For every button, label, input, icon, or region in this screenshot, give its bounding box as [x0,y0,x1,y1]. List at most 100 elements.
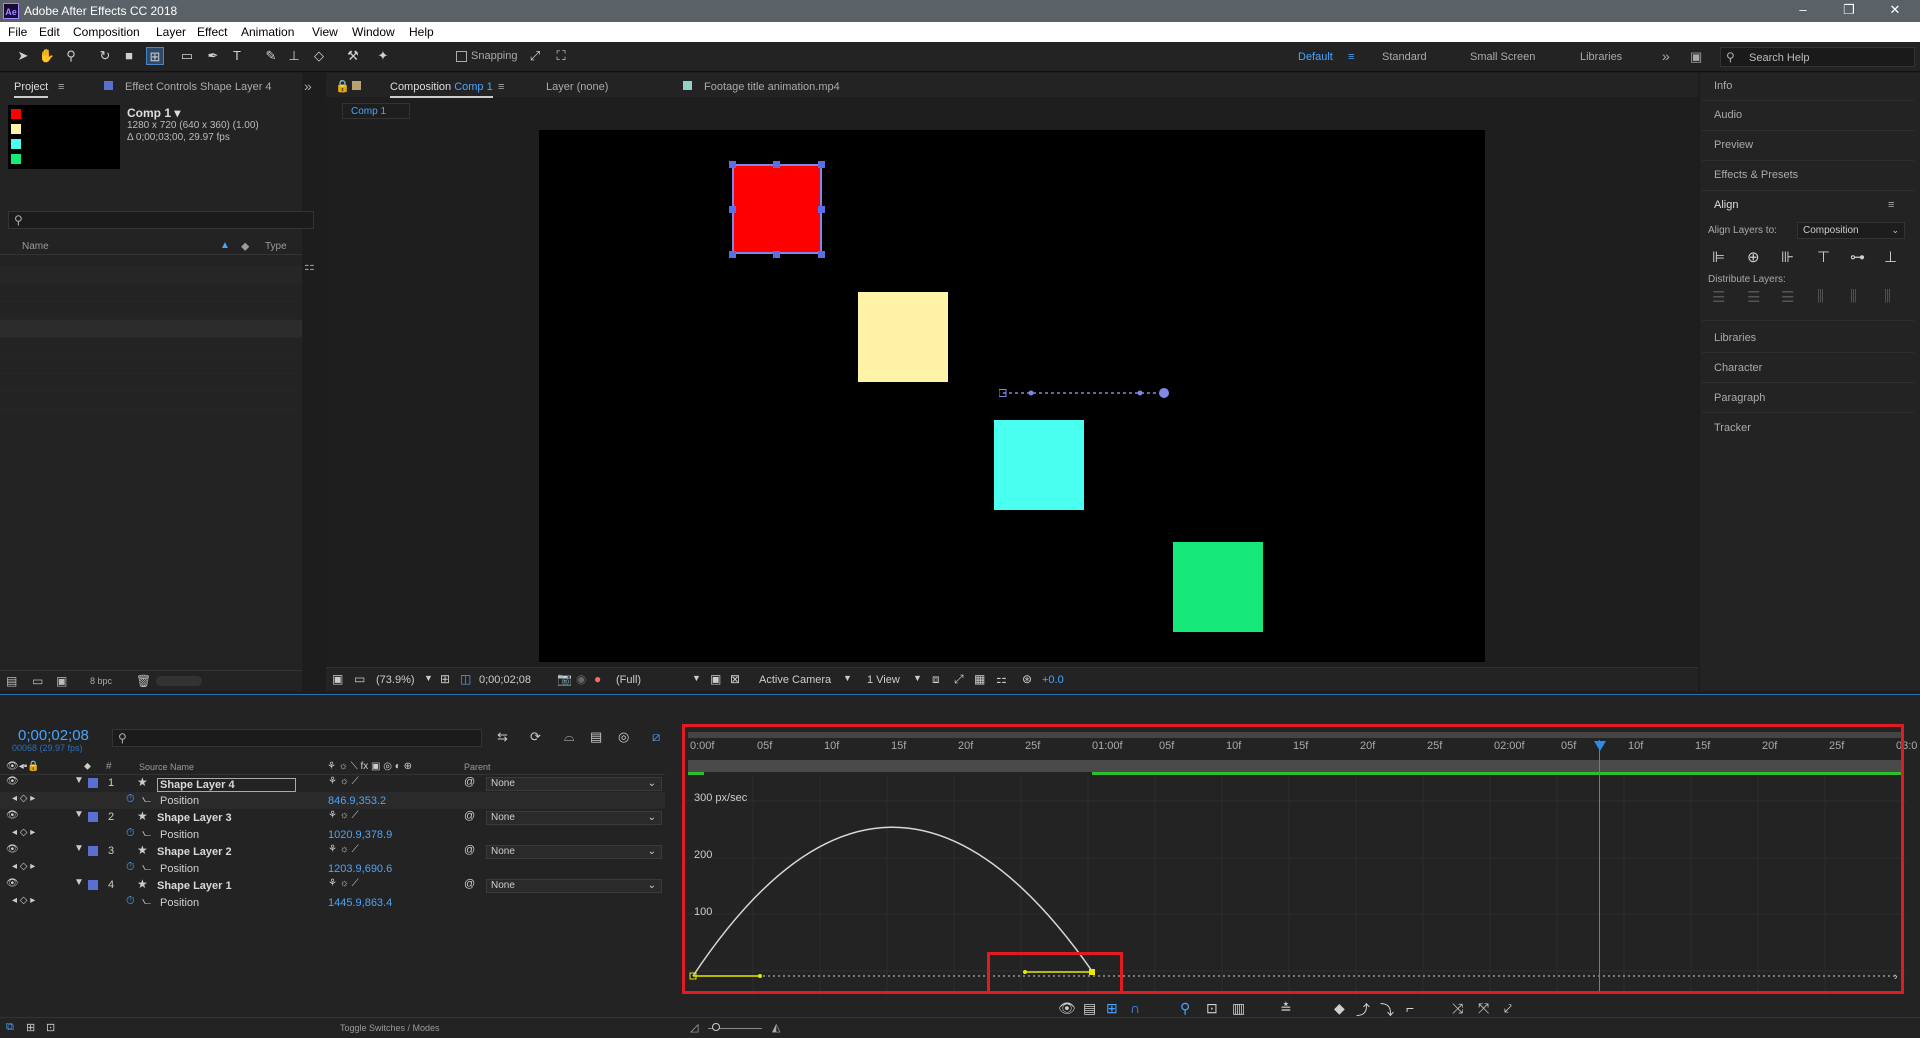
camera-dropdown-icon[interactable]: ▼ [843,673,852,683]
panel-libraries[interactable]: Libraries [1714,332,1756,344]
convert-hold-icon[interactable]: ◆ [1334,1000,1345,1017]
edit-selected-keyframes-icon[interactable]: ≛ [1280,1000,1292,1017]
panel-audio[interactable]: Audio [1714,109,1742,121]
comp-timecode[interactable]: 0;00;02;08 [479,674,531,686]
zoom-out-icon[interactable]: ◿ [690,1021,698,1034]
new-folder-icon[interactable]: ▭ [32,674,43,688]
cyan-square-layer[interactable] [994,420,1084,510]
tab-project[interactable]: Project [14,81,49,98]
av-features-icon[interactable]: 👁◂▪🔒 [6,761,40,772]
pen-tool-icon[interactable]: ✒ [204,47,222,65]
keyframe-nav-icon[interactable]: ◂ ◇ ▸ [12,793,35,804]
menu-composition[interactable]: Composition [73,25,140,39]
convert-auto-bezier-icon[interactable]: ⤴ [1356,1000,1370,1020]
project-search-input[interactable]: ⚲ [8,211,314,229]
panel-info[interactable]: Info [1714,80,1732,92]
easy-ease-in-icon[interactable]: ⤧ [1478,1000,1489,1017]
parent-dropdown[interactable]: None ⌄ [486,811,662,825]
graph-show-properties-icon[interactable]: 👁 [1058,1000,1076,1017]
frame-blending-icon[interactable]: ▤ [590,729,602,745]
stopwatch-icon[interactable]: ⏱ [126,827,135,840]
layer-label-color[interactable] [88,778,98,788]
timeline-timecode[interactable]: 0;00;02;08 [18,727,89,744]
expand-layer-switches-icon[interactable]: ⧉ [6,1021,14,1034]
convert-bezier-icon[interactable]: ⤵ [1380,1000,1394,1020]
align-left-icon[interactable]: ⊫ [1712,248,1725,266]
layer-name[interactable]: Shape Layer 2 [157,846,232,858]
selection-tool-icon[interactable]: ➤ [14,47,32,65]
project-row[interactable] [0,374,302,392]
puppet-pin-tool-icon[interactable]: ✦ [374,47,392,65]
project-row[interactable] [0,284,302,302]
transform-handle[interactable] [773,161,780,168]
trash-icon[interactable]: 🗑 [136,674,151,688]
layer-label-color[interactable] [88,880,98,890]
expand-in-out-icon[interactable]: ⊡ [46,1021,55,1034]
property-row[interactable]: ◂ ◇ ▸ ⏱ ⦦ Position 846.9,353.2 [0,792,665,809]
graph-toggle-icon[interactable]: ⦦ [142,895,151,908]
timeline-icon[interactable]: ▦ [974,672,985,686]
col-source-name[interactable]: Source Name [139,762,194,772]
snap-feature-icon[interactable]: ⛶ [552,47,570,65]
layer-name[interactable]: Shape Layer 4 [157,778,296,792]
parent-pickwhip-icon[interactable]: @ [464,810,475,822]
show-snapshot-icon[interactable]: ◉ [576,672,586,686]
zoom-slider-thumb[interactable] [712,1023,720,1031]
easy-ease-out-icon[interactable]: ⤦ [1504,1000,1512,1017]
parent-dropdown[interactable]: None ⌄ [486,777,662,791]
zoom-tool-icon[interactable]: ⚲ [62,47,80,65]
panel-preview[interactable]: Preview [1714,139,1753,151]
property-value[interactable]: 1020.9,378.9 [328,829,392,841]
timeline-search-input[interactable]: ⚲ [112,729,482,747]
project-row[interactable] [0,266,302,284]
visibility-eye-icon[interactable]: 👁 [6,844,19,855]
panel-effects-presets[interactable]: Effects & Presets [1714,169,1798,181]
align-bottom-icon[interactable]: ⊥ [1884,248,1897,266]
workspace-libraries[interactable]: Libraries [1580,51,1622,63]
workspace-overflow-icon[interactable]: » [1662,48,1670,64]
layer-row[interactable]: 👁 ▼ 4 ★ Shape Layer 1 ⚘ ☼ ⟋ @ None ⌄ [0,877,665,894]
align-vcenter-icon[interactable]: ⊶ [1850,248,1865,266]
graph-toggle-icon[interactable]: ⦦ [142,793,151,806]
zoom-level[interactable]: (73.9%) [376,674,415,686]
convert-linear-icon[interactable]: ⌐ [1406,1000,1414,1016]
tab-effect-controls[interactable]: Effect Controls Shape Layer 4 [125,81,272,93]
snap-edge-icon[interactable]: ⤢ [526,47,544,65]
active-camera-dropdown[interactable]: Active Camera [759,674,831,686]
sort-up-icon[interactable]: ▲ [220,240,230,251]
menu-window[interactable]: Window [352,25,395,39]
vr-monitor-icon[interactable]: ▭ [354,672,365,686]
separate-dimensions-icon[interactable]: ▥ [1232,1000,1245,1017]
comp-panel-menu-icon[interactable]: ≡ [498,81,504,93]
layer-row[interactable]: 👁 ▼ 3 ★ Shape Layer 2 ⚘ ☼ ⟋ @ None ⌄ [0,843,665,860]
property-value[interactable]: 846.9,353.2 [328,795,386,807]
rectangle-tool-icon[interactable]: ▭ [178,47,196,65]
rotate-tool-icon[interactable]: ↻ [96,47,114,65]
layer-switches-icon[interactable]: ⚘ ☼ ⟋ [328,776,359,787]
property-name[interactable]: Position [160,897,199,909]
project-bpc[interactable]: 8 bpc [90,676,112,686]
lock-icon[interactable]: 🔒 [335,79,350,93]
workspace-standard[interactable]: Standard [1382,51,1427,63]
tab-footage[interactable]: Footage title animation.mp4 [704,81,840,93]
transform-handle[interactable] [729,206,736,213]
region-of-interest-icon[interactable]: ▣ [710,672,721,686]
snapshot-icon[interactable]: 📷 [557,672,572,686]
visibility-eye-icon[interactable]: 👁 [6,776,19,787]
menu-animation[interactable]: Animation [241,25,294,39]
resolution-dropdown[interactable]: (Full) [616,674,641,686]
tab-layer[interactable]: Layer (none) [546,81,608,93]
keyframe-nav-icon[interactable]: ◂ ◇ ▸ [12,827,35,838]
menu-file[interactable]: File [8,25,27,39]
align-hcenter-icon[interactable]: ⊕ [1747,248,1760,266]
project-row[interactable] [0,392,302,410]
easy-ease-icon[interactable]: ⤨ [1452,1000,1463,1017]
graph-type-icon[interactable]: ▤ [1083,1000,1096,1017]
tab-composition[interactable]: Composition Comp 1 [390,81,493,98]
twirl-down-icon[interactable]: ▼ [74,843,84,854]
camera-tool-icon[interactable]: ■ [120,47,138,65]
fit-selection-icon[interactable]: ⚲ [1180,1000,1190,1017]
motion-blur-icon[interactable]: ◎ [618,729,629,745]
close-button[interactable]: ✕ [1884,2,1906,18]
view-layout-dropdown[interactable]: 1 View [867,674,900,686]
